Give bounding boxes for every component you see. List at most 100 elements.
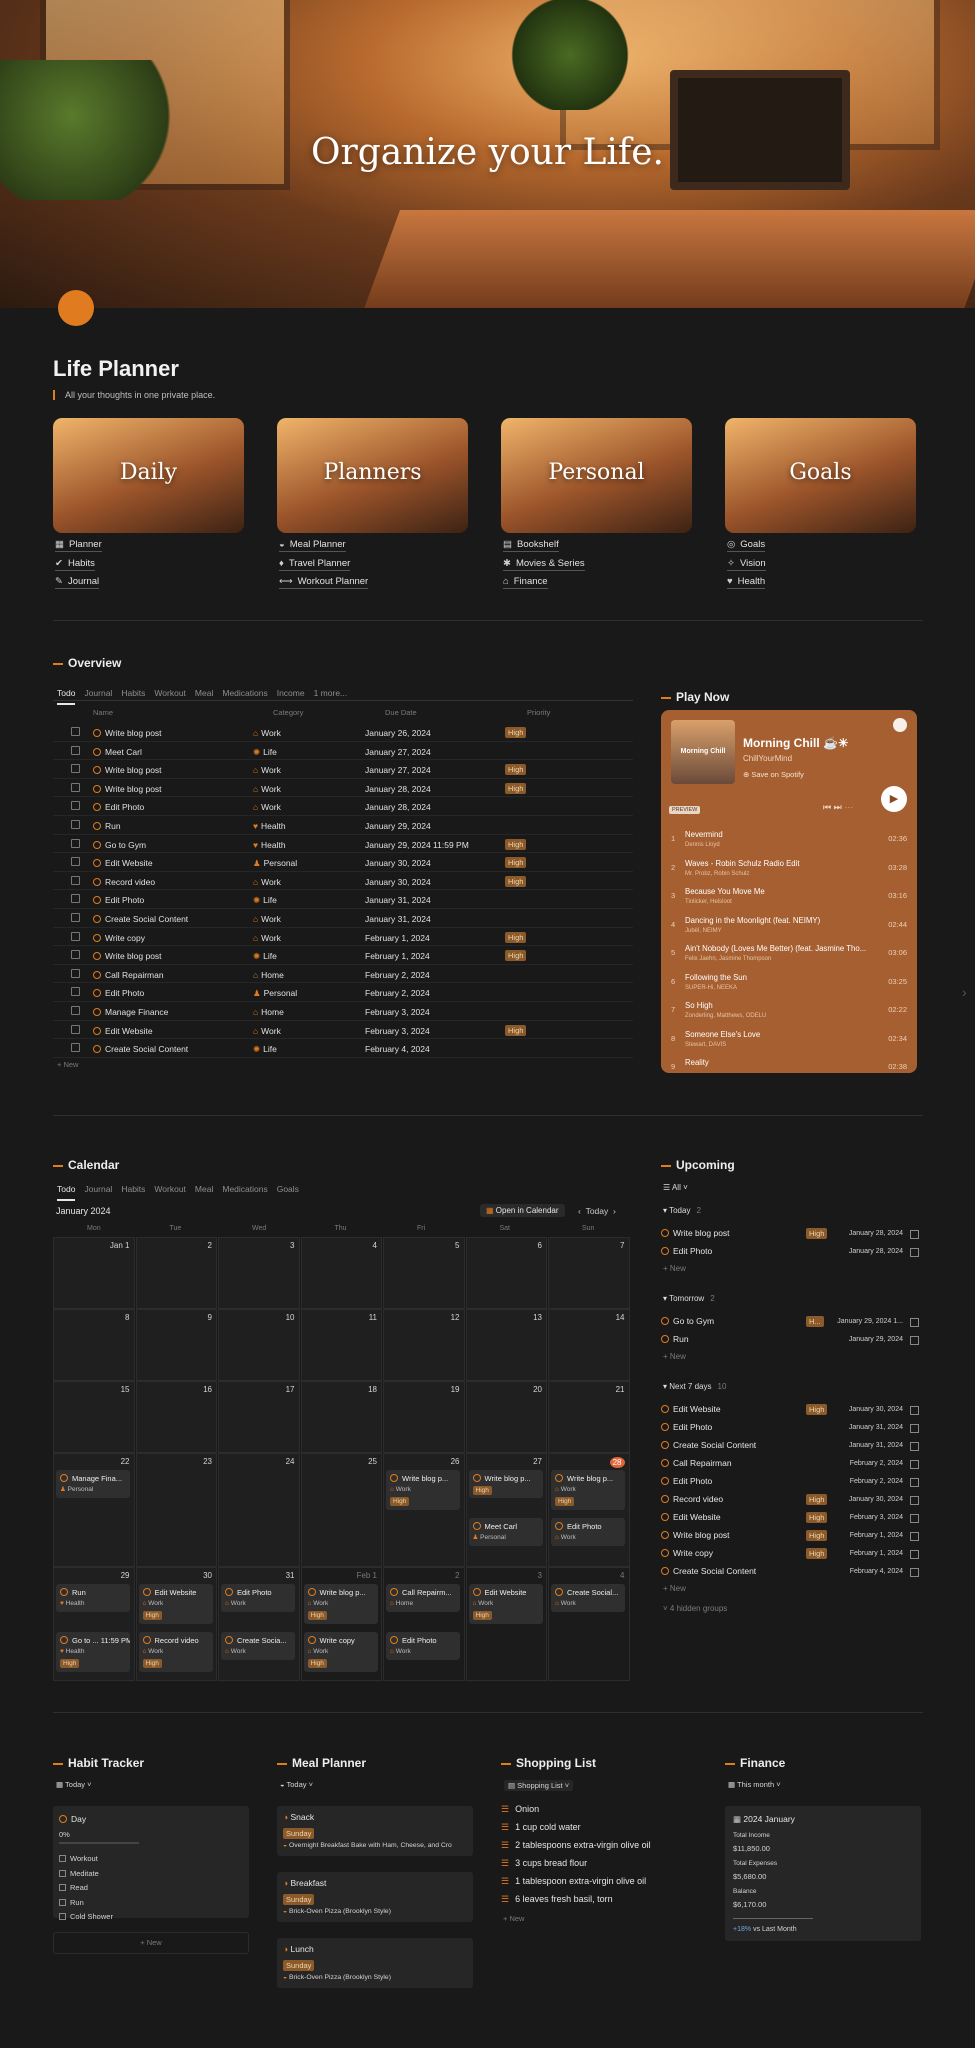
calendar-event[interactable]: Edit Photo ⌂ Work — [221, 1584, 295, 1612]
calendar-day[interactable]: 7 — [548, 1237, 630, 1309]
track-row[interactable]: 5 Ain't Nobody (Loves Me Better) (feat. J… — [671, 941, 907, 969]
task-name[interactable]: Edit Photo — [93, 988, 144, 998]
track-row[interactable]: 2 Waves - Robin Schulz Radio Edit Mr. Prob… — [671, 856, 907, 884]
tab-income[interactable]: Income — [277, 688, 305, 698]
upcoming-filter[interactable]: ☰ All ˅ — [663, 1183, 688, 1192]
upcoming-item[interactable]: Edit Photo February 2, 2024 — [661, 1476, 921, 1494]
calendar-day[interactable]: 21 — [548, 1381, 630, 1453]
table-row[interactable]: Manage Finance ⌂ Home February 3, 2024 — [53, 1002, 633, 1021]
new-row-button[interactable]: + New — [57, 1060, 78, 1069]
row-checkbox[interactable] — [71, 1024, 80, 1034]
calendar-event[interactable]: Edit Photo ⌂ Work — [386, 1632, 460, 1660]
link-bookshelf[interactable]: ▤ Bookshelf — [503, 539, 559, 552]
task-name[interactable]: Manage Finance — [93, 1007, 168, 1017]
task-name[interactable]: Edit Photo — [93, 802, 144, 812]
checkbox[interactable] — [910, 1568, 919, 1577]
tab-habits[interactable]: Habits — [121, 1184, 145, 1194]
page-icon[interactable] — [58, 290, 94, 326]
row-checkbox[interactable] — [71, 1043, 80, 1053]
task-name[interactable]: Call Repairman — [93, 970, 164, 980]
row-checkbox[interactable] — [71, 1006, 80, 1015]
row-checkbox[interactable] — [71, 764, 80, 774]
upcoming-item[interactable]: Write blog post High January 28, 2024 — [661, 1228, 921, 1246]
tab-habits[interactable]: Habits — [121, 688, 145, 698]
calendar-day[interactable]: 16 — [135, 1381, 217, 1453]
meal-card[interactable]: ◑ Breakfast Sunday ◒ Brick-Oven Pizza (Bro… — [277, 1872, 473, 1922]
task-name[interactable]: Edit Website — [93, 1026, 153, 1036]
tab-workout[interactable]: Workout — [154, 688, 186, 698]
checkbox[interactable] — [910, 1550, 919, 1559]
calendar-day[interactable]: 12 — [383, 1309, 465, 1381]
shopping-item[interactable]: ☰ 1 tablespoon extra-virgin olive oil — [501, 1876, 646, 1887]
checkbox[interactable] — [910, 1496, 919, 1505]
link-movies-series[interactable]: ✱ Movies & Series — [503, 558, 585, 571]
tab-medications[interactable]: Medications — [222, 688, 267, 698]
track-row[interactable]: 4 Dancing in the Moonlight (feat. NEIMY) J… — [671, 913, 907, 941]
tab-workout[interactable]: Workout — [154, 1184, 186, 1194]
task-name[interactable]: Edit Website — [93, 858, 153, 868]
task-name[interactable]: Run — [93, 821, 121, 831]
play-button[interactable]: ▶ — [881, 786, 907, 812]
checkbox[interactable] — [910, 1514, 919, 1523]
calendar-day[interactable]: 20 — [465, 1381, 547, 1453]
tab-goals[interactable]: Goals — [277, 1184, 299, 1194]
habit-item[interactable]: Cold Shower — [59, 1912, 113, 1921]
task-name[interactable]: Create Social Content — [93, 1044, 188, 1054]
shopping-item[interactable]: ☰ 2 tablespoons extra-virgin olive oil — [501, 1840, 651, 1851]
link-travel-planner[interactable]: ♦ Travel Planner — [279, 558, 351, 571]
row-checkbox[interactable] — [71, 745, 80, 755]
calendar-day[interactable]: 17 — [218, 1381, 300, 1453]
table-row[interactable]: Create Social Content ⌂ Work January 31, 20… — [53, 909, 633, 928]
column-due-date[interactable]: Due Date — [385, 708, 417, 717]
open-in-calendar-button[interactable]: ▦ Open in Calendar — [480, 1204, 565, 1217]
calendar-event[interactable]: Write blog p... ⌂ Work High — [551, 1470, 625, 1510]
upcoming-group-header[interactable]: ▾ Tomorrow 2 — [663, 1294, 715, 1303]
track-row[interactable]: 1 Nevermind Dennis Lloyd 02:36 — [671, 827, 907, 855]
row-checkbox[interactable] — [71, 727, 80, 736]
chevron-right-icon[interactable]: › — [962, 984, 967, 1000]
calendar-day[interactable]: 25 — [300, 1453, 382, 1567]
row-checkbox[interactable] — [71, 894, 80, 904]
table-row[interactable]: Write blog post ⌂ Work January 26, 2024 High — [53, 723, 633, 742]
task-name[interactable]: Write blog post — [93, 765, 162, 775]
upcoming-item[interactable]: Go to Gym H... January 29, 2024 1... — [661, 1316, 921, 1334]
table-row[interactable]: Meet Carl ✺ Life January 27, 2024 — [53, 742, 633, 761]
column-name[interactable]: Name — [93, 708, 113, 717]
checkbox[interactable] — [910, 1460, 919, 1469]
calendar-day[interactable]: 10 — [218, 1309, 300, 1381]
task-name[interactable]: Edit Photo — [93, 895, 144, 905]
playback-controls[interactable]: ⏮ ⏭ ⋯ — [823, 802, 853, 813]
link-health[interactable]: ♥ Health — [727, 576, 766, 589]
calendar-event[interactable]: Edit Photo ⌂ Work — [551, 1518, 625, 1546]
row-checkbox[interactable] — [71, 875, 80, 885]
calendar-event[interactable]: Go to ... 11:59 PM ♥ Health High — [56, 1632, 130, 1672]
link-goals[interactable]: ◎ Goals — [727, 539, 766, 552]
row-checkbox[interactable] — [71, 801, 80, 811]
calendar-day[interactable]: 9 — [135, 1309, 217, 1381]
habit-item[interactable]: Meditate — [59, 1869, 99, 1878]
calendar-day[interactable]: 13 — [465, 1309, 547, 1381]
tab-meal[interactable]: Meal — [195, 1184, 213, 1194]
table-row[interactable]: Run ♥ Health January 29, 2024 — [53, 816, 633, 835]
calendar-day[interactable]: 3 — [218, 1237, 300, 1309]
checkbox[interactable] — [910, 1478, 919, 1487]
calendar-day[interactable]: 24 — [218, 1453, 300, 1567]
checkbox[interactable] — [910, 1406, 919, 1415]
meal-card[interactable]: ◑ Snack Sunday ◒ Overnight Breakfast Bake … — [277, 1806, 473, 1856]
spotify-icon[interactable] — [893, 718, 907, 732]
task-name[interactable]: Meet Carl — [93, 747, 142, 757]
row-checkbox[interactable] — [71, 931, 80, 941]
link-journal[interactable]: ✎ Journal — [55, 576, 100, 589]
tab-medications[interactable]: Medications — [222, 1184, 267, 1194]
upcoming-item[interactable]: Write copy High February 1, 2024 — [661, 1548, 921, 1566]
column-priority[interactable]: Priority — [527, 708, 550, 717]
upcoming-item[interactable]: Edit Website High February 3, 2024 — [661, 1512, 921, 1530]
tab-todo[interactable]: Todo — [57, 1184, 76, 1201]
upcoming-group-header[interactable]: ▾ Next 7 days 10 — [663, 1382, 726, 1391]
link-workout-planner[interactable]: ⟷ Workout Planner — [279, 576, 369, 589]
meal-card[interactable]: ◑ Lunch Sunday ◒ Brick-Oven Pizza (Brookly… — [277, 1938, 473, 1988]
task-name[interactable]: Go to Gym — [93, 840, 146, 850]
card-planners[interactable]: Planners — [277, 418, 468, 533]
link-meal-planner[interactable]: ◒ Meal Planner — [279, 539, 346, 552]
calendar-day[interactable]: 15 — [53, 1381, 135, 1453]
